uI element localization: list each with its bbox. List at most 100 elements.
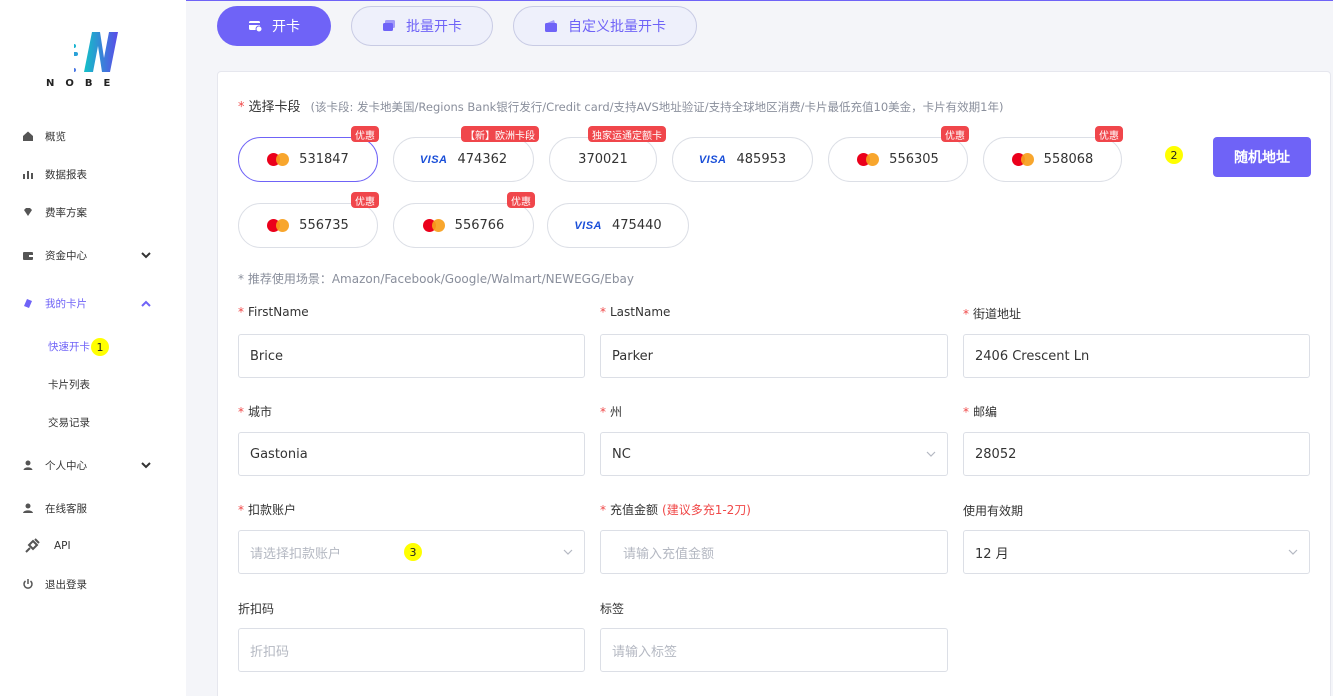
chevron-down-icon[interactable] — [140, 459, 152, 471]
debit-account-label: * 扣款账户 — [238, 501, 296, 518]
chevron-down-icon — [1288, 549, 1298, 555]
power-icon — [23, 579, 33, 589]
zip-label: * 邮编 — [963, 403, 997, 420]
street-label: * 街道地址 — [963, 305, 1021, 322]
card-bin-chip[interactable]: 370021 独家运通定额卡 — [549, 126, 666, 182]
required-mark: * — [963, 307, 969, 321]
card-bin-chip[interactable]: 558068 优惠 — [983, 126, 1123, 182]
tab-batch-open-card[interactable]: 批量开卡 — [351, 6, 493, 46]
mastercard-icon — [422, 219, 445, 232]
bar-chart-icon — [23, 171, 33, 179]
open-card-form-panel: * 选择卡段 (该卡段: 发卡地美国/Regions Bank银行发行/Credit… — [217, 71, 1331, 696]
required-mark: * — [238, 503, 244, 517]
sidebar-subitem-quick-open-card[interactable]: 快速开卡 — [48, 337, 90, 355]
card-bin-chip[interactable]: 556305 优惠 — [828, 126, 969, 182]
annotation-marker-1: 1 — [91, 338, 109, 356]
tag-input[interactable]: 请输入标签 — [600, 628, 948, 672]
sidebar-item-profile[interactable]: 个人中心 — [22, 455, 87, 475]
exclusive-badge: 独家运通定额卡 — [588, 126, 666, 142]
amount-label-text: 充值金额 — [610, 503, 659, 517]
validity-label: 使用有效期 — [963, 504, 1024, 518]
validity-select-value: 12 月 — [975, 546, 1009, 562]
cards-icon — [383, 20, 395, 31]
city-input[interactable]: Gastonia — [238, 432, 585, 476]
tab-label: 自定义批量开卡 — [568, 19, 666, 35]
sidebar-item-label: 费率方案 — [45, 206, 87, 219]
sidebar-item-logout[interactable]: 退出登录 — [22, 574, 87, 594]
chevron-up-icon[interactable] — [140, 298, 152, 310]
sidebar-item-reports[interactable]: 数据报表 — [22, 164, 87, 184]
city-label-text: 城市 — [248, 405, 273, 419]
card-bin-chip[interactable]: VISA 475440 — [547, 203, 689, 248]
discount-badge: 优惠 — [1095, 126, 1123, 142]
card-bin: 556766 — [454, 218, 505, 233]
zip-input[interactable]: 28052 — [963, 432, 1310, 476]
required-mark: * — [238, 405, 244, 419]
sidebar-subitem-card-list[interactable]: 卡片列表 — [48, 375, 90, 393]
chevron-down-icon — [563, 549, 573, 555]
sidebar-item-label: 在线客服 — [45, 502, 87, 515]
sidebar-item-support[interactable]: 在线客服 — [22, 498, 87, 518]
user-icon — [23, 460, 33, 470]
sidebar-item-funds[interactable]: 资金中心 — [22, 245, 87, 265]
discount-code-input[interactable]: 折扣码 — [238, 628, 585, 672]
logo-wordmark: NOBE — [46, 78, 122, 89]
card-bin-chip[interactable]: VISA 474362 【新】欧洲卡段 — [393, 126, 539, 182]
required-mark: * — [963, 405, 969, 419]
card-plus-icon — [249, 21, 262, 33]
tab-custom-batch-open-card[interactable]: 自定义批量开卡 — [513, 6, 697, 46]
sidebar-subitem-transactions[interactable]: 交易记录 — [48, 413, 90, 431]
sidebar-item-label: 退出登录 — [45, 578, 87, 591]
last-name-label-text: LastName — [610, 305, 671, 319]
validity-select[interactable]: 12 月 — [963, 530, 1310, 574]
sidebar-item-api[interactable]: API — [24, 536, 71, 556]
chevron-down-icon[interactable] — [140, 249, 152, 261]
top-accent-line — [186, 0, 1333, 1]
card-segment-label: * 选择卡段 (该卡段: 发卡地美国/Regions Bank银行发行/Credit… — [238, 96, 1003, 115]
discount-badge: 优惠 — [507, 192, 535, 208]
card-bin: 531847 — [299, 152, 349, 167]
card-segment-hint: (该卡段: 发卡地美国/Regions Bank银行发行/Credit card… — [310, 100, 1004, 114]
debit-account-placeholder: 请选择扣款账户 — [250, 546, 342, 562]
sidebar-item-label: API — [54, 540, 71, 552]
visa-icon: VISA — [419, 153, 448, 166]
amount-label: * 充值金额 (建议多充1-2刀) — [600, 501, 751, 518]
card-bin-chip[interactable]: 531847 优惠 — [238, 126, 379, 182]
card-bin-chip[interactable]: 556735 优惠 — [238, 192, 379, 248]
amount-input[interactable]: 请输入充值金额 — [600, 530, 948, 574]
sidebar-item-my-cards[interactable]: 我的卡片 — [22, 293, 87, 313]
first-name-input[interactable]: Brice — [238, 334, 585, 378]
mastercard-icon — [1011, 153, 1034, 166]
discount-code-label: 折扣码 — [238, 602, 275, 616]
plug-icon — [25, 538, 40, 553]
street-input[interactable]: 2406 Crescent Ln — [963, 334, 1310, 378]
card-bin: 474362 — [457, 152, 508, 167]
tab-open-card[interactable]: 开卡 — [217, 6, 331, 46]
sidebar-item-overview[interactable]: 概览 — [22, 126, 66, 146]
state-select[interactable]: NC — [600, 432, 948, 476]
card-bin: 556305 — [889, 152, 939, 167]
required-mark: * — [238, 100, 245, 115]
card-bin: 485953 — [736, 152, 787, 167]
tab-label: 批量开卡 — [406, 19, 462, 35]
card-bin-chip[interactable]: 556766 优惠 — [393, 192, 535, 248]
card-segment-label-text: 选择卡段 — [248, 100, 301, 115]
support-icon — [23, 503, 33, 513]
sidebar-item-label: 我的卡片 — [45, 297, 87, 310]
last-name-input[interactable]: Parker — [600, 334, 948, 378]
card-bin: 475440 — [612, 218, 662, 233]
mastercard-icon — [267, 219, 290, 232]
random-address-button[interactable]: 随机地址 — [1213, 137, 1311, 177]
state-label-text: 州 — [610, 405, 623, 419]
card-icon — [24, 299, 32, 308]
required-mark: * — [600, 305, 606, 319]
wallet-icon — [23, 252, 33, 260]
brand-logo[interactable]: NOBE — [44, 30, 128, 92]
sidebar-item-rate-plans[interactable]: 费率方案 — [22, 202, 87, 222]
card-bin-chip[interactable]: VISA 485953 — [672, 137, 813, 182]
discount-badge: 优惠 — [351, 192, 379, 208]
tag-label: 标签 — [600, 602, 625, 616]
state-label: * 州 — [600, 403, 622, 420]
mastercard-icon — [857, 153, 880, 166]
state-select-value: NC — [612, 446, 631, 462]
